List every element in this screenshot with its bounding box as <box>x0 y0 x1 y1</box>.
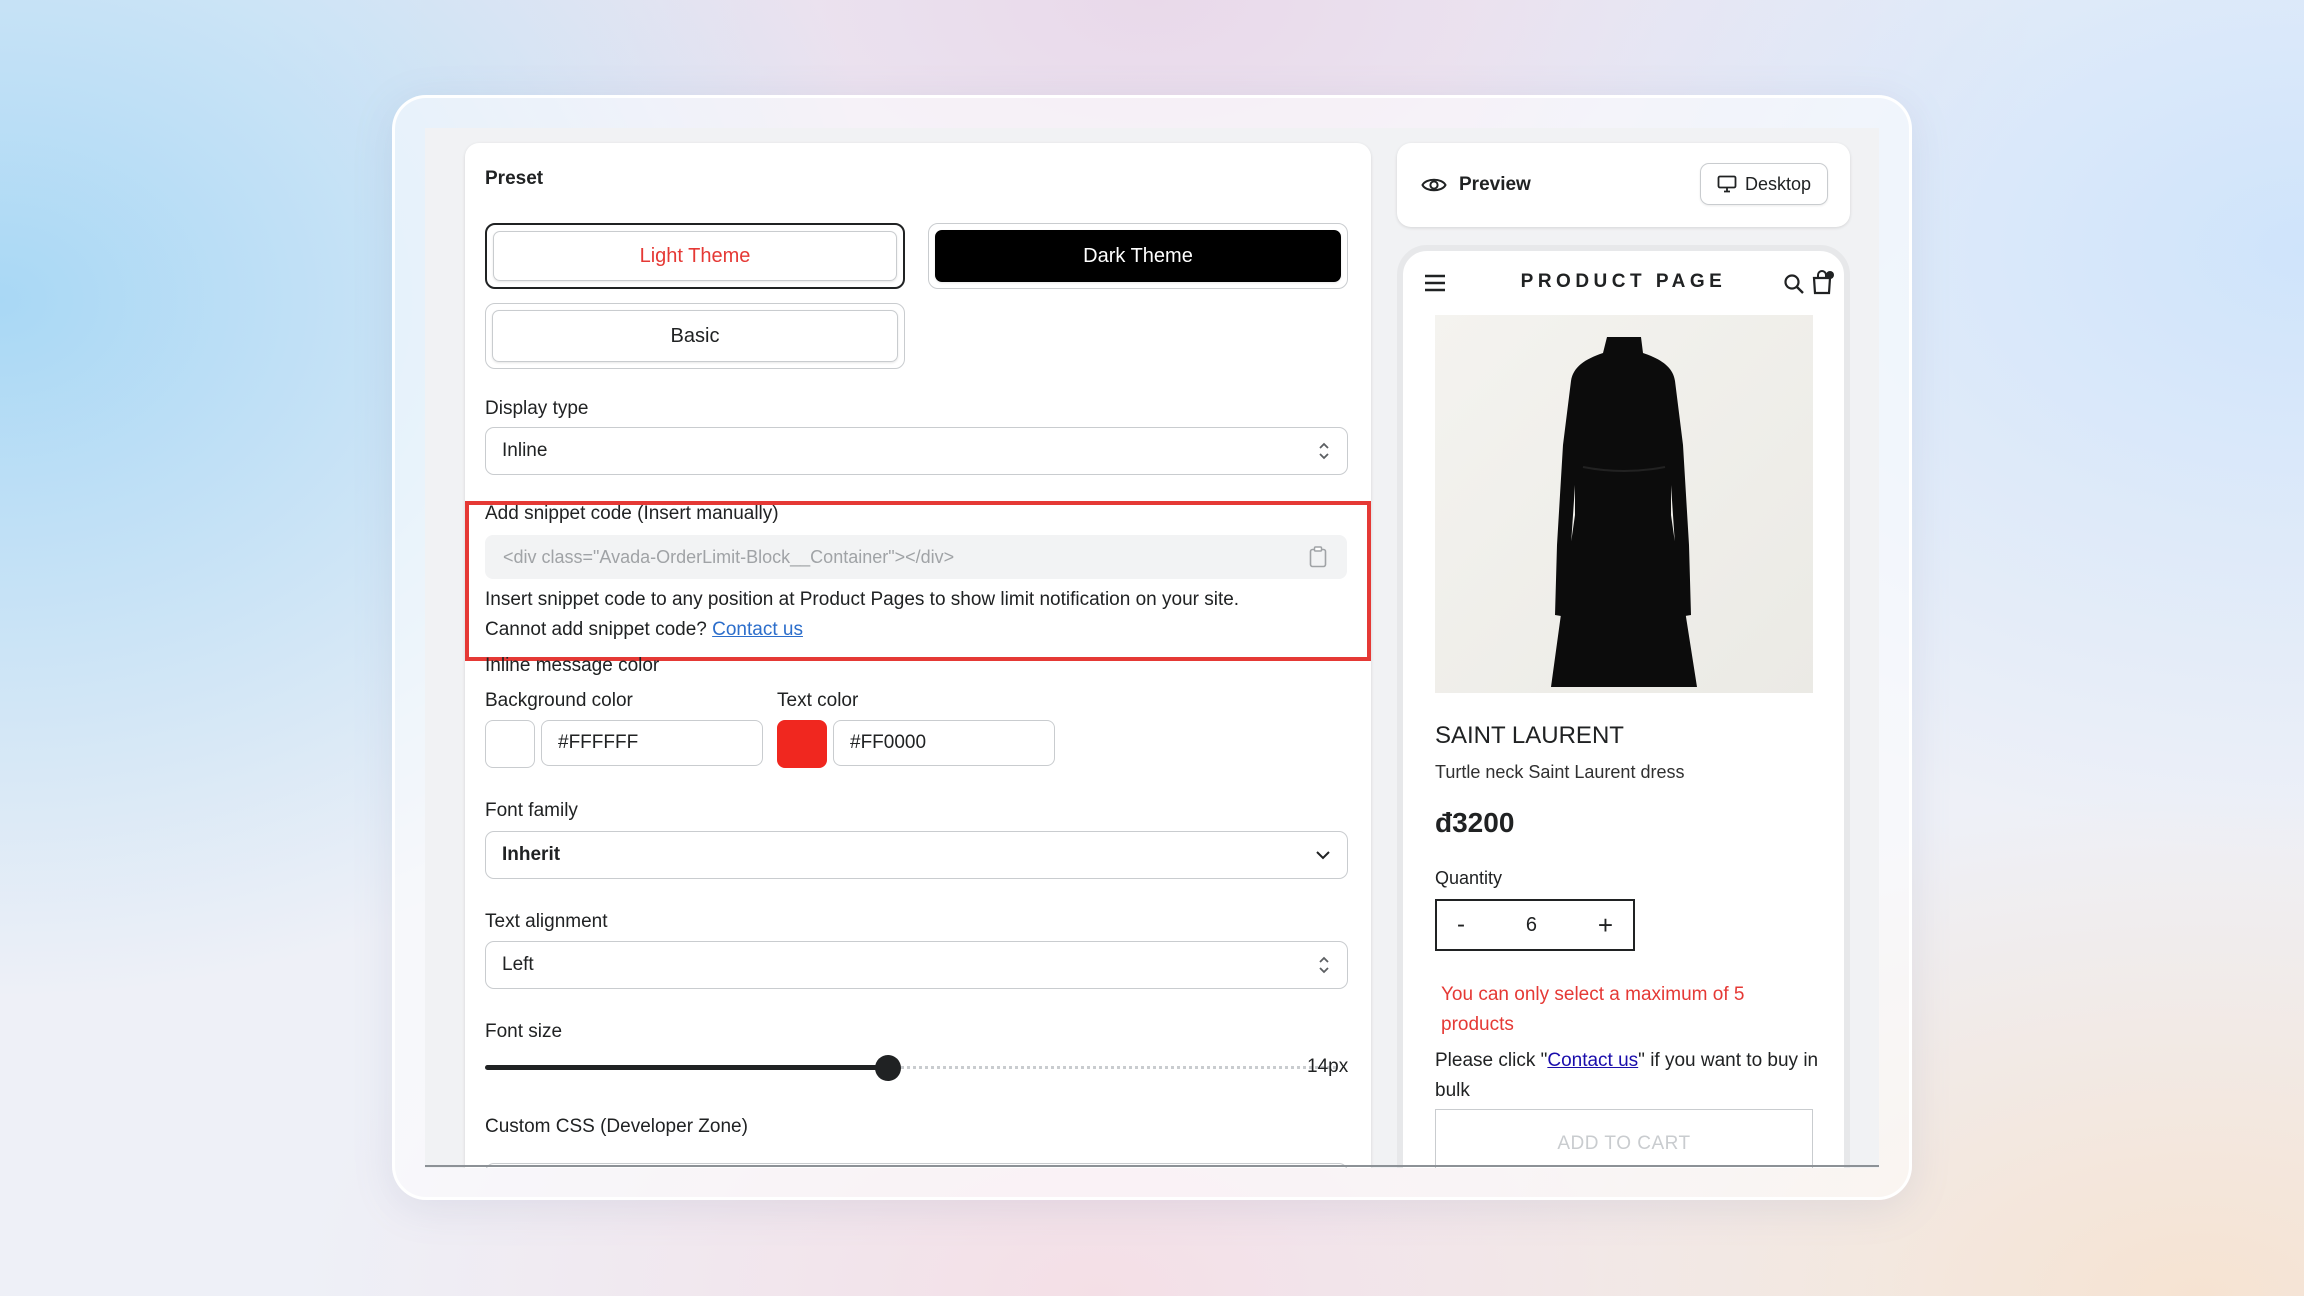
product-image <box>1435 315 1813 693</box>
inline-color-label: Inline message color <box>485 655 660 676</box>
copy-clipboard-icon[interactable] <box>1309 546 1327 568</box>
quantity-stepper: - 6 + <box>1435 899 1635 951</box>
qty-plus-button[interactable]: + <box>1598 910 1613 941</box>
qty-minus-button[interactable]: - <box>1457 911 1465 939</box>
product-brand: SAINT LAURENT <box>1435 722 1624 749</box>
preview-header-card: Preview Desktop <box>1397 143 1850 227</box>
text-color-input[interactable]: #FF0000 <box>833 720 1055 766</box>
product-price: đ3200 <box>1435 807 1515 838</box>
text-alignment-label: Text alignment <box>485 911 608 932</box>
font-size-label: Font size <box>485 1021 563 1042</box>
text-alignment-value: Left <box>502 954 534 975</box>
settings-card: Preset Light Theme Dark Theme Basic Disp… <box>465 143 1371 1168</box>
bulk-prefix: Please click " <box>1435 1050 1548 1071</box>
bg-color-swatch[interactable] <box>485 720 535 768</box>
font-family-select[interactable]: Inherit <box>485 831 1348 879</box>
store-title: PRODUCT PAGE <box>1520 271 1727 292</box>
product-name: Turtle neck Saint Laurent dress <box>1435 762 1685 782</box>
font-size-slider-track[interactable] <box>889 1066 1339 1069</box>
display-type-select[interactable]: Inline <box>485 427 1348 475</box>
phone-preview: PRODUCT PAGE SAINT LAURENT Turtle neck S… <box>1397 245 1850 1168</box>
add-to-cart-button[interactable]: ADD TO CART <box>1435 1109 1813 1168</box>
select-arrows-icon <box>1319 956 1329 974</box>
custom-css-label: Custom CSS (Developer Zone) <box>485 1116 748 1137</box>
font-size-slider-handle[interactable] <box>875 1055 901 1081</box>
text-color-label: Text color <box>777 690 859 711</box>
select-arrows-icon <box>1319 442 1329 460</box>
device-label: Desktop <box>1744 173 1811 194</box>
bg-color-input[interactable]: #FFFFFF <box>541 720 763 766</box>
font-size-slider-fill <box>485 1065 889 1070</box>
display-type-value: Inline <box>502 440 548 461</box>
qty-value[interactable]: 6 <box>1526 914 1537 937</box>
chevron-down-icon <box>1316 851 1330 860</box>
snippet-label: Add snippet code (Insert manually) <box>485 503 779 524</box>
preset-basic[interactable]: Basic <box>485 303 905 369</box>
preset-basic-label: Basic <box>492 310 898 362</box>
text-color-value: #FF0000 <box>850 732 927 753</box>
eye-icon <box>1421 178 1447 192</box>
preset-light-theme[interactable]: Light Theme <box>485 223 905 289</box>
limit-message: You can only select a maximum of 5 produ… <box>1441 984 1745 1035</box>
canvas-bottom-border <box>425 1165 1879 1167</box>
preset-dark-theme[interactable]: Dark Theme <box>928 223 1348 289</box>
contact-us-link[interactable]: Contact us <box>712 619 803 640</box>
preset-dark-theme-label: Dark Theme <box>935 230 1341 282</box>
font-family-value: Inherit <box>502 844 561 865</box>
display-type-label: Display type <box>485 398 589 419</box>
preset-light-theme-label: Light Theme <box>493 231 897 281</box>
dress-illustration <box>1551 337 1697 687</box>
bg-color-label: Background color <box>485 690 633 711</box>
snippet-contact-prefix: Cannot add snippet code? <box>485 619 707 640</box>
snippet-code-field[interactable]: <div class="Avada-OrderLimit-Block__Cont… <box>485 535 1347 579</box>
font-family-label: Font family <box>485 800 578 821</box>
preview-title: Preview <box>1459 174 1531 195</box>
search-icon[interactable] <box>1783 273 1805 295</box>
snippet-help-text: Insert snippet code to any position at P… <box>485 589 1240 610</box>
app-canvas: Preset Light Theme Dark Theme Basic Disp… <box>425 128 1879 1168</box>
device-toggle-button[interactable]: Desktop <box>1699 163 1828 205</box>
quantity-label: Quantity <box>1435 868 1503 888</box>
text-alignment-select[interactable]: Left <box>485 941 1348 989</box>
snippet-code-value: <div class="Avada-OrderLimit-Block__Cont… <box>503 546 955 567</box>
bg-color-value: #FFFFFF <box>558 732 639 753</box>
bulk-contact-link[interactable]: Contact us <box>1547 1050 1638 1071</box>
snippet-contact-line: Cannot add snippet code? Contact us <box>485 619 803 641</box>
text-color-swatch[interactable] <box>777 720 827 768</box>
bulk-message: Please click "Contact us" if you want to… <box>1435 1046 1835 1106</box>
preset-label: Preset <box>485 168 544 189</box>
font-size-value: 14px <box>1307 1056 1349 1077</box>
desktop-icon <box>1717 175 1737 193</box>
cart-icon[interactable] <box>1811 269 1835 295</box>
